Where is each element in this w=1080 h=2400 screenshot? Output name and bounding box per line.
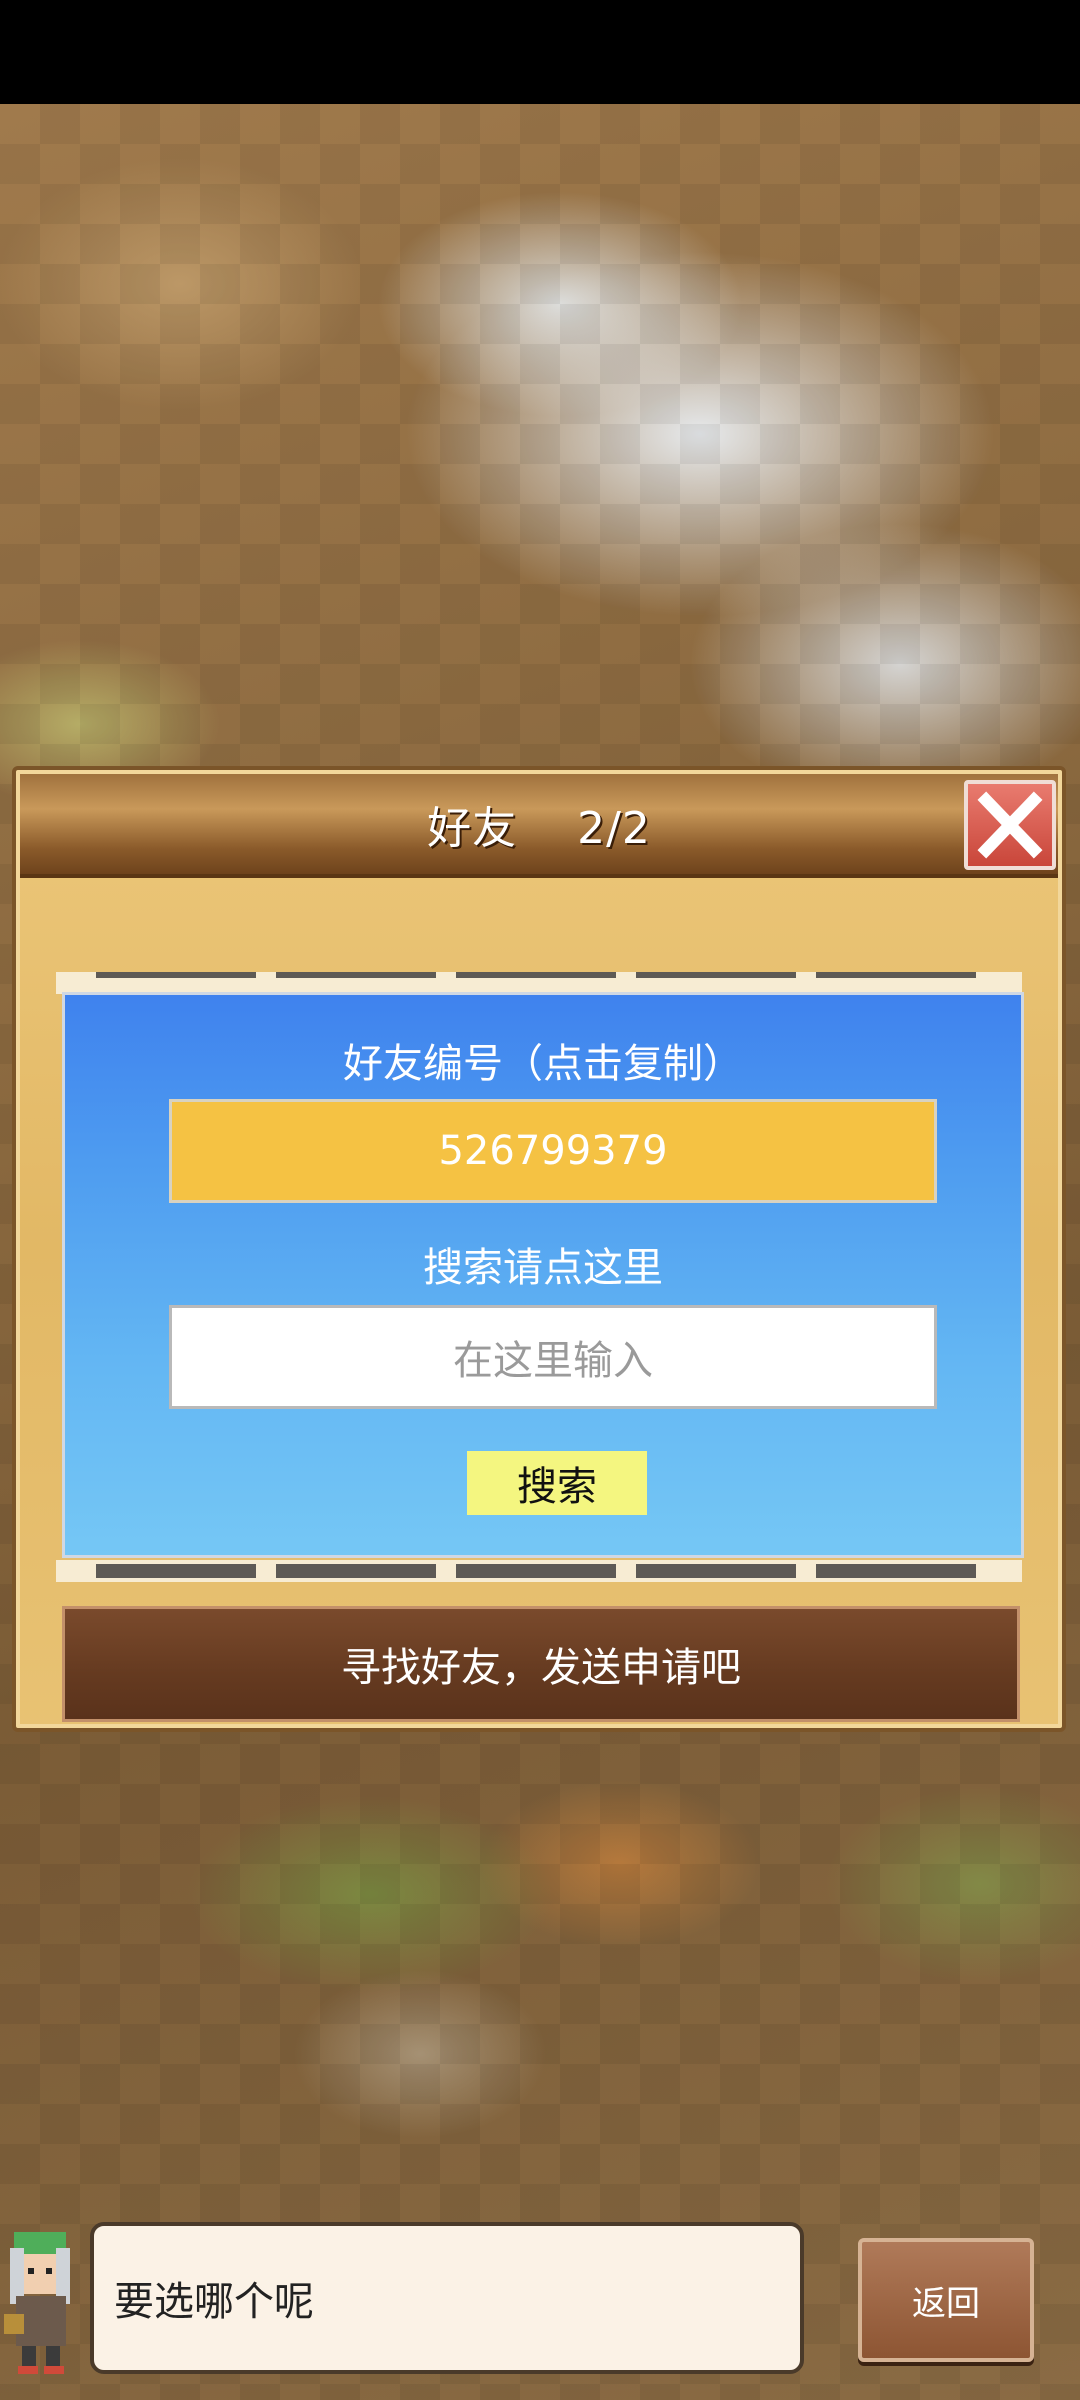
tab-strip-top: [56, 972, 1022, 994]
message-text: 要选哪个呢: [114, 2279, 314, 2325]
close-icon: [977, 791, 1043, 859]
search-input[interactable]: 在这里输入: [169, 1305, 937, 1409]
search-label: 搜索请点这里: [423, 1245, 663, 1291]
friend-panel: 好友编号（点击复制） 526799379 搜索请点这里 在这里输入 搜索: [62, 992, 1024, 1558]
tab-strip-bottom: [56, 1560, 1022, 1582]
status-bar: [0, 0, 1080, 104]
search-button[interactable]: 搜索: [467, 1451, 647, 1515]
friend-id-label: 好友编号（点击复制）: [343, 1041, 743, 1087]
dialog-title: 好友 2/2: [20, 774, 1058, 878]
back-button[interactable]: 返回: [858, 2238, 1034, 2362]
find-friends-hint: 寻找好友，发送申请吧: [62, 1606, 1020, 1722]
close-button[interactable]: [964, 780, 1056, 870]
character-avatar: [4, 2232, 70, 2374]
friend-id-box[interactable]: 526799379: [169, 1099, 937, 1203]
friend-dialog: 好友 2/2 好友编号（点击复制） 526799379 搜索请点这里 在这里输入…: [12, 766, 1066, 1732]
message-box: 要选哪个呢: [90, 2222, 804, 2374]
